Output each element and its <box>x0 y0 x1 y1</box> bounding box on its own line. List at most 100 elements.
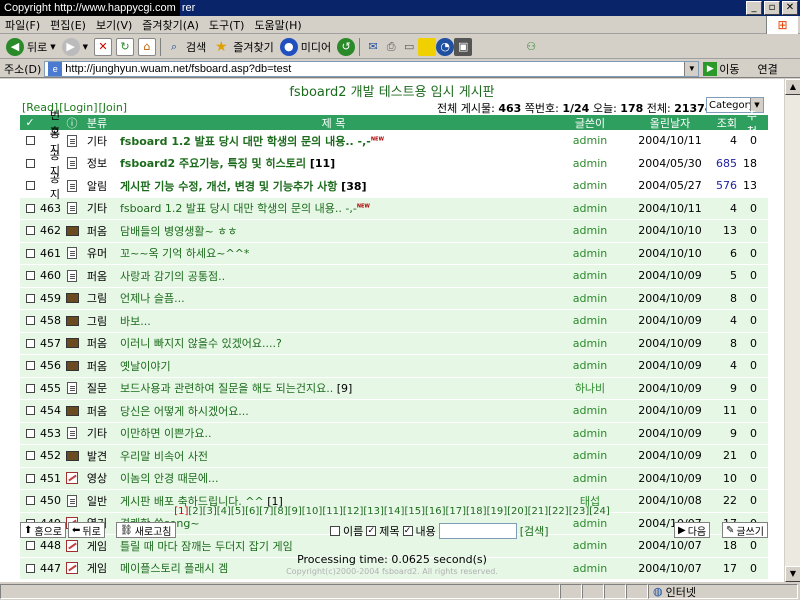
table-row[interactable]: 456 퍼옴 옛날이야기 admin 2004/10/09 4 0 <box>20 355 768 378</box>
menu-help[interactable]: 도움말(H) <box>249 17 306 33</box>
row-checkbox[interactable] <box>25 361 35 371</box>
row-author[interactable]: admin <box>547 134 633 147</box>
login-link[interactable]: [Login] <box>59 101 97 114</box>
table-row[interactable]: 461 유머 꼬~~옥 기억 하세요~^^* admin 2004/10/10 6 0 <box>20 242 768 265</box>
next-button[interactable]: ▶ 다음 <box>674 522 711 538</box>
page-link[interactable]: [16] <box>425 506 446 517</box>
table-row[interactable]: 공지 정보 fsboard2 주요기능, 특징 및 히스토리 [11] admin 20… <box>20 149 768 178</box>
row-checkbox[interactable] <box>25 383 35 393</box>
row-title[interactable]: 사랑과 감기의 공통점.. <box>120 270 225 283</box>
refresh-button[interactable]: ⛓ 새로고침 <box>116 522 176 538</box>
research-icon[interactable]: ▣ <box>454 37 473 56</box>
row-title-link[interactable]: 사랑과 감기의 공통점.. <box>112 268 547 284</box>
row-title-link[interactable]: 게시판 기능 수정, 개선, 변경 및 기능추가 사항 [38] <box>112 178 547 194</box>
home-button[interactable]: ⬆ 홈으로 <box>20 522 66 538</box>
page-link[interactable]: [21] <box>528 506 549 517</box>
row-title-link[interactable]: fsboard2 주요기능, 특징 및 히스토리 [11] <box>112 155 547 171</box>
row-title-link[interactable]: 틀릴 때 마다 잠깨는 두더지 잡기 게임 <box>112 538 547 554</box>
row-author[interactable]: admin <box>547 157 633 170</box>
table-row[interactable]: 463 기타 fsboard 1.2 발표 당시 대만 학생의 문의 내용.. -,… <box>20 197 768 220</box>
scroll-up-icon[interactable]: ▲ <box>785 79 800 95</box>
row-title-link[interactable]: fsboard 1.2 발표 당시 대만 학생의 문의 내용.. -,-NEW <box>112 133 547 149</box>
search-content-checkbox[interactable]: ✓ <box>402 526 413 536</box>
row-checkbox[interactable] <box>25 406 35 416</box>
row-checkbox[interactable] <box>25 293 35 303</box>
back-button[interactable]: ◀ 뒤로 ▼ <box>6 37 56 56</box>
menu-tools[interactable]: 도구(T) <box>204 17 250 33</box>
page-link[interactable]: [10] <box>302 506 323 517</box>
table-row[interactable]: 458 그림 바보... admin 2004/10/09 4 0 <box>20 310 768 333</box>
row-title[interactable]: 당신은 어떻게 하시겠어요... <box>120 405 249 418</box>
row-title-link[interactable]: fsboard 1.2 발표 당시 대만 학생의 문의 내용.. -,-NEW <box>112 200 547 216</box>
row-title[interactable]: 옛날이야기 <box>120 360 171 373</box>
row-author[interactable]: 하나비 <box>547 380 633 396</box>
page-link[interactable]: [22] <box>548 506 569 517</box>
row-checkbox[interactable] <box>25 271 35 281</box>
page-link[interactable]: [24] <box>589 506 610 517</box>
row-title-link[interactable]: 꼬~~옥 기억 하세요~^^* <box>112 245 547 261</box>
row-author[interactable]: admin <box>547 449 633 462</box>
row-author[interactable]: admin <box>547 427 633 440</box>
row-author[interactable]: admin <box>547 202 633 215</box>
chevron-down-icon[interactable]: ▼ <box>50 43 55 51</box>
table-row[interactable]: 451 영상 이놈의 안경 때문에... admin 2004/10/09 10 0 <box>20 467 768 490</box>
row-title-link[interactable]: 옛날이야기 <box>112 358 547 374</box>
row-checkbox[interactable] <box>25 428 35 438</box>
row-title[interactable]: 게시판 기능 수정, 개선, 변경 및 기능추가 사항 <box>120 180 337 193</box>
row-checkbox[interactable] <box>25 226 35 236</box>
page-link[interactable]: [1] <box>174 506 188 517</box>
table-row[interactable]: 460 퍼옴 사랑과 감기의 공통점.. admin 2004/10/09 5 0 <box>20 265 768 288</box>
row-title-link[interactable]: 바보... <box>112 313 547 329</box>
address-input[interactable]: e http://junghyun.wuam.net/fsboard.asp?d… <box>44 60 700 77</box>
row-checkbox[interactable] <box>25 473 35 483</box>
row-author[interactable]: admin <box>547 314 633 327</box>
row-title[interactable]: 담배들의 병영생활~ ㅎㅎ <box>120 225 237 238</box>
row-title[interactable]: 이놈의 안경 때문에... <box>120 472 218 485</box>
row-author[interactable]: admin <box>547 337 633 350</box>
row-author[interactable]: admin <box>547 292 633 305</box>
row-author[interactable]: admin <box>547 224 633 237</box>
row-author[interactable]: admin <box>547 269 633 282</box>
row-title[interactable]: 우리말 비속어 사전 <box>120 450 208 463</box>
refresh-icon[interactable]: ↻ <box>116 37 135 56</box>
chevron-down-icon[interactable]: ▼ <box>83 43 88 51</box>
table-row[interactable]: 공지 알림 게시판 기능 수정, 개선, 변경 및 기능추가 사항 [38] admi… <box>20 172 768 201</box>
row-title-link[interactable]: 이놈의 안경 때문에... <box>112 470 547 486</box>
go-button[interactable]: ▶ 이동 <box>703 61 740 77</box>
home-icon[interactable]: ⌂ <box>138 37 157 56</box>
minimize-button[interactable]: _ <box>746 1 762 15</box>
table-row[interactable]: 462 퍼옴 담배들의 병영생활~ ㅎㅎ admin 2004/10/10 13 0 <box>20 220 768 243</box>
row-checkbox[interactable] <box>25 136 35 146</box>
row-title[interactable]: fsboard2 주요기능, 특징 및 히스토리 <box>120 157 306 170</box>
select-all-icon[interactable]: ✓ <box>20 116 40 129</box>
row-author[interactable]: admin <box>547 359 633 372</box>
row-checkbox[interactable] <box>25 541 35 551</box>
row-author[interactable]: admin <box>547 179 633 192</box>
mail-icon[interactable]: ✉ <box>364 38 382 56</box>
row-title[interactable]: 이만하면 이쁜가요.. <box>120 427 211 440</box>
search-button[interactable]: ⌕ 검색 <box>165 38 206 56</box>
page-link[interactable]: [18] <box>466 506 487 517</box>
links-toolbar[interactable]: 연결 <box>758 61 778 77</box>
table-row[interactable]: 공지 기타 fsboard 1.2 발표 당시 대만 학생의 문의 내용.. -,-… <box>20 127 768 156</box>
search-title-checkbox[interactable]: ✓ <box>366 526 377 536</box>
row-checkbox[interactable] <box>25 248 35 258</box>
page-link[interactable]: [17] <box>446 506 467 517</box>
page-link[interactable]: [23] <box>569 506 590 517</box>
row-checkbox[interactable] <box>25 203 35 213</box>
table-row[interactable]: 457 퍼옴 이러니 빠지지 않을수 있겠어요....? admin 2004/10/0… <box>20 332 768 355</box>
discuss-icon[interactable] <box>418 37 437 56</box>
table-row[interactable]: 453 기타 이만하면 이쁜가요.. admin 2004/10/09 9 0 <box>20 422 768 445</box>
page-link[interactable]: [7] <box>259 506 273 517</box>
menu-favorites[interactable]: 즐겨찾기(A) <box>137 17 204 33</box>
table-row[interactable]: 454 퍼옴 당신은 어떻게 하시겠어요... admin 2004/10/09 11 0 <box>20 400 768 423</box>
row-title-link[interactable]: 우리말 비속어 사전 <box>112 448 547 464</box>
page-link[interactable]: [2] <box>188 506 202 517</box>
row-author[interactable]: admin <box>547 472 633 485</box>
row-title[interactable]: 틀릴 때 마다 잠깨는 두더지 잡기 게임 <box>120 540 293 553</box>
row-author[interactable]: admin <box>547 404 633 417</box>
page-link[interactable]: [15] <box>404 506 425 517</box>
table-row[interactable]: 455 질문 보드사용과 관련하여 질문을 해도 되는건지요.. [9] 하나비 200… <box>20 377 768 400</box>
page-link[interactable]: [12] <box>343 506 364 517</box>
page-link[interactable]: [13] <box>363 506 384 517</box>
